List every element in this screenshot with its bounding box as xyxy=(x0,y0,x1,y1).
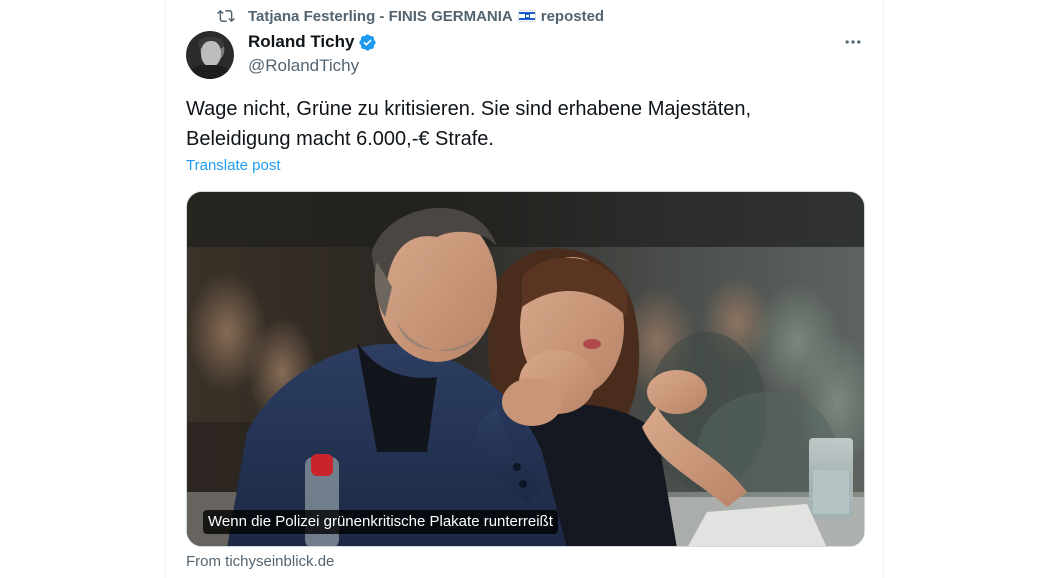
more-options-button[interactable] xyxy=(838,30,868,54)
link-card-image[interactable]: Wenn die Polizei grünenkritische Plakate… xyxy=(186,191,865,547)
author-avatar[interactable] xyxy=(186,31,234,79)
repost-label: reposted xyxy=(540,7,605,25)
author-name-row[interactable]: Roland Tichy xyxy=(248,32,377,52)
author-name[interactable]: Roland Tichy xyxy=(248,32,354,52)
repost-context[interactable]: Tatjana Festerling - FINIS GERMANIA repo… xyxy=(216,6,604,26)
more-options-icon xyxy=(845,40,861,44)
flag-stripe-bottom xyxy=(518,18,535,20)
israel-flag-icon xyxy=(517,10,536,22)
reposter-name[interactable]: Tatjana Festerling - FINIS GERMANIA xyxy=(248,8,513,25)
verified-badge-icon[interactable] xyxy=(358,33,377,52)
post-text-line: Beleidigung macht 6.000,-€ Strafe. xyxy=(186,128,494,150)
timeline-column: Tatjana Festerling - FINIS GERMANIA repo… xyxy=(165,0,884,578)
author-handle[interactable]: @RolandTichy xyxy=(248,56,359,76)
avatar-shirt xyxy=(190,65,230,79)
image-caption: Wenn die Polizei grünenkritische Plakate… xyxy=(203,510,558,534)
post-text: Wage nicht, Grüne zu kritisieren. Sie si… xyxy=(186,94,866,154)
repost-icon xyxy=(216,6,236,26)
photo-image xyxy=(187,192,864,546)
page: Tatjana Festerling - FINIS GERMANIA repo… xyxy=(0,0,1050,578)
post-text-line: Wage nicht, Grüne zu kritisieren. Sie si… xyxy=(186,98,752,120)
link-source[interactable]: From tichyseinblick.de xyxy=(186,553,334,570)
translate-post-link[interactable]: Translate post xyxy=(186,157,281,174)
avatar-face xyxy=(201,41,221,67)
